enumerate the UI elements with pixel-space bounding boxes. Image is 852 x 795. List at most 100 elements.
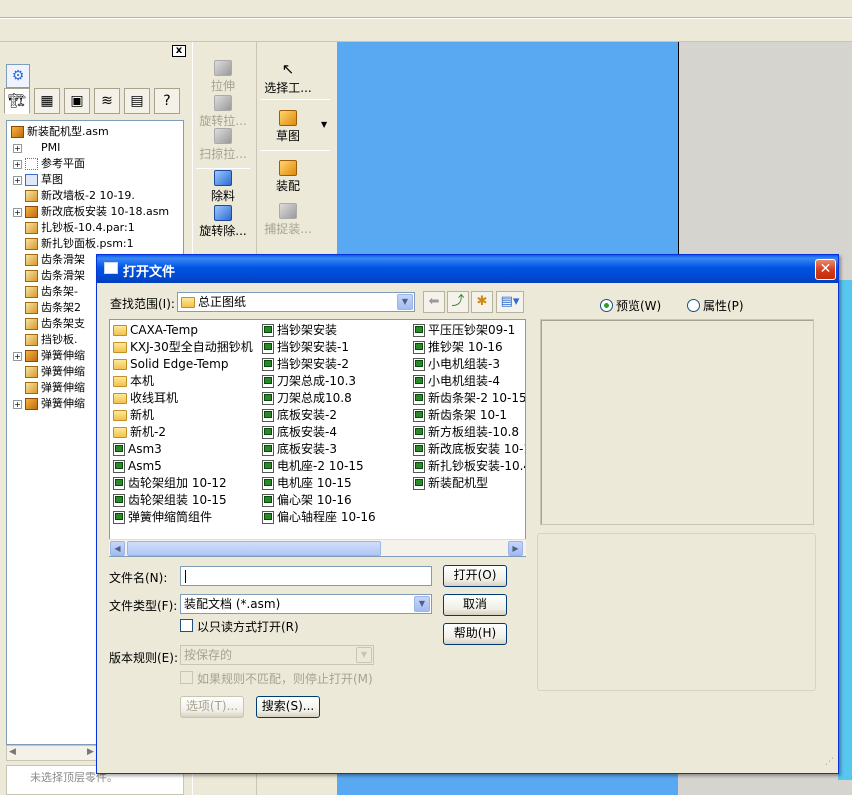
tree-item[interactable]: 弹簧伸缩 — [13, 364, 85, 380]
properties-radio[interactable] — [687, 299, 700, 312]
file-item[interactable]: 小电机组装-4 — [413, 373, 500, 390]
expand-toggle-icon[interactable]: + — [13, 175, 22, 185]
tab-parts-library-icon[interactable]: ▣ — [64, 88, 90, 114]
resize-grip-icon[interactable]: ⋰ — [825, 758, 837, 770]
expand-toggle-icon[interactable]: + — [13, 351, 22, 361]
file-item[interactable]: 新装配机型 — [413, 475, 488, 492]
up-folder-icon[interactable]: ⤴ — [447, 291, 469, 313]
file-item[interactable]: 挡钞架安装-1 — [262, 339, 349, 356]
tree-item[interactable]: + 草图 — [13, 172, 63, 188]
file-list-horizontal-scrollbar[interactable]: ◀ ▶ — [109, 539, 526, 556]
tree-item[interactable]: 新扎钞面板.psm:1 — [13, 236, 134, 252]
file-item[interactable]: 偏心架 10-16 — [262, 492, 352, 509]
back-icon[interactable]: ⬅ — [423, 291, 445, 313]
mismatch-checkbox[interactable] — [180, 671, 193, 684]
folder-item[interactable]: 新机-2 — [113, 424, 166, 441]
ribbon-button[interactable]: 草图 — [258, 110, 318, 144]
tree-item[interactable]: 新改墙板-2 10-19. — [13, 188, 135, 204]
file-item[interactable]: 推钞架 10-16 — [413, 339, 503, 356]
ribbon-button[interactable]: 除料 — [193, 170, 253, 204]
file-item[interactable]: 刀架总成10.8 — [262, 390, 352, 407]
file-item[interactable]: 底板安装-3 — [262, 441, 337, 458]
tree-item[interactable]: 齿条架支 — [13, 316, 85, 332]
search-button[interactable]: 搜索(S)... — [256, 696, 320, 718]
expand-toggle-icon[interactable]: + — [13, 207, 22, 217]
tree-item[interactable]: 挡钞板. — [13, 332, 78, 348]
tree-item[interactable]: 扎钞板-10.4.par:1 — [13, 220, 135, 236]
expand-toggle-icon[interactable]: + — [13, 143, 22, 153]
file-item[interactable]: 齿轮架组装 10-15 — [113, 492, 227, 509]
tree-item[interactable]: 齿条滑架 — [13, 268, 85, 284]
file-item[interactable]: 电机座 10-15 — [262, 475, 352, 492]
file-item[interactable]: 新齿条架 10-1 — [413, 407, 507, 424]
preview-radio[interactable] — [600, 299, 613, 312]
options-button[interactable]: 选项(T)... — [180, 696, 244, 718]
ribbon-button[interactable]: 装配 — [258, 160, 318, 194]
readonly-checkbox[interactable] — [180, 619, 193, 632]
tree-item[interactable]: 齿条架- — [13, 284, 78, 300]
tab-layers-icon[interactable]: ▦ — [34, 88, 60, 114]
scroll-left-icon[interactable]: ◀ — [9, 747, 16, 757]
file-item[interactable]: 新方板组装-10.8 — [413, 424, 519, 441]
ribbon-button[interactable]: 拉伸 — [193, 60, 253, 94]
scroll-right-icon[interactable]: ▶ — [87, 747, 94, 757]
chevron-down-icon[interactable]: ▼ — [414, 596, 430, 612]
scroll-right-icon[interactable]: ▶ — [508, 541, 523, 556]
look-in-combo[interactable]: 总正图纸 ▼ — [177, 292, 415, 312]
view-menu-icon[interactable]: ▤▾ — [496, 291, 524, 313]
tree-item[interactable]: 新装配机型.asm — [11, 124, 109, 140]
folder-item[interactable]: 本机 — [113, 373, 154, 390]
file-item[interactable]: 底板安装-4 — [262, 424, 337, 441]
file-item[interactable]: 弹簧伸缩筒组件 — [113, 509, 212, 526]
tree-item[interactable]: 弹簧伸缩 — [13, 380, 85, 396]
tab-assembly-tree-icon[interactable]: 🏗 — [4, 88, 30, 114]
ribbon-button[interactable]: ↖ 选择工... — [258, 62, 318, 96]
ribbon-button[interactable]: 旋转除... — [193, 205, 253, 239]
file-item[interactable]: Asm3 — [113, 441, 162, 458]
file-item[interactable]: 新改底板安装 10-1 — [413, 441, 525, 458]
file-item[interactable]: Asm5 — [113, 458, 162, 475]
tree-item[interactable]: 齿条架2 — [13, 300, 81, 316]
help-button[interactable]: 帮助(H) — [443, 623, 507, 645]
filename-input[interactable] — [180, 566, 432, 586]
file-item[interactable]: 刀架总成-10.3 — [262, 373, 356, 390]
version-rule-combo[interactable]: 按保存的 ▼ — [180, 645, 374, 665]
tab-sensors-icon[interactable]: ▤ — [124, 88, 150, 114]
scroll-left-icon[interactable]: ◀ — [110, 541, 125, 556]
tree-item[interactable]: + 新改底板安装 10-18.asm — [13, 204, 169, 220]
chevron-down-icon[interactable]: ▼ — [356, 647, 372, 663]
folder-item[interactable]: Solid Edge-Temp — [113, 356, 228, 373]
pathfinder-gear-icon[interactable]: ⚙ — [6, 64, 30, 88]
cancel-button[interactable]: 取消 — [443, 594, 507, 616]
tab-help-icon[interactable]: ? — [154, 88, 180, 114]
ribbon-button[interactable]: 捕捉装... — [258, 203, 318, 237]
file-list[interactable]: CAXA-Temp KXJ-30型全自动捆钞机 Solid Edge-Temp 本机收… — [109, 319, 526, 557]
panel-close-button[interactable]: x — [172, 45, 186, 57]
expand-toggle-icon[interactable]: + — [13, 159, 22, 169]
filetype-combo[interactable]: 装配文档 (*.asm) ▼ — [180, 594, 432, 614]
file-item[interactable]: 偏心轴程座 10-16 — [262, 509, 376, 526]
file-item[interactable]: 新扎钞板安装-10.4 — [413, 458, 525, 475]
tree-item[interactable]: + PMI — [13, 140, 60, 156]
file-item[interactable]: 挡钞架安装-2 — [262, 356, 349, 373]
new-folder-icon[interactable]: ✱ — [471, 291, 493, 313]
sketch-dropdown-arrow-icon[interactable]: ▼ — [321, 120, 327, 129]
expand-toggle-icon[interactable]: + — [13, 399, 22, 409]
file-item[interactable]: 挡钞架安装 — [262, 322, 337, 339]
dialog-close-button[interactable]: ✕ — [815, 259, 836, 280]
file-item[interactable]: 新齿条架-2 10-15 — [413, 390, 525, 407]
folder-item[interactable]: KXJ-30型全自动捆钞机 — [113, 339, 253, 356]
chevron-down-icon[interactable]: ▼ — [397, 294, 413, 310]
file-item[interactable]: 齿轮架组加 10-12 — [113, 475, 227, 492]
file-item[interactable]: 底板安装-2 — [262, 407, 337, 424]
file-item[interactable]: 电机座-2 10-15 — [262, 458, 364, 475]
file-item[interactable]: 平压压钞架09-1 — [413, 322, 515, 339]
open-button[interactable]: 打开(O) — [443, 565, 507, 587]
scroll-thumb[interactable] — [127, 541, 381, 556]
ribbon-button[interactable]: 扫掠拉... — [193, 128, 253, 162]
folder-item[interactable]: 收线耳机 — [113, 390, 178, 407]
folder-item[interactable]: 新机 — [113, 407, 154, 424]
tree-item[interactable]: + 弹簧伸缩 — [13, 396, 85, 412]
tab-feature-library-icon[interactable]: ≋ — [94, 88, 120, 114]
folder-item[interactable]: CAXA-Temp — [113, 322, 198, 339]
